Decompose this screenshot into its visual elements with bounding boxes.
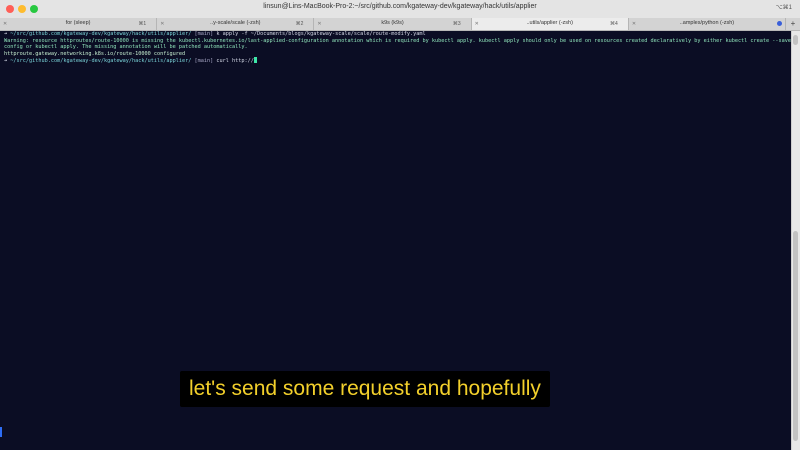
tab-title: ..y-scale/scale (-zsh) [210, 20, 261, 26]
tab-shortcut: ⌘2 [295, 21, 304, 27]
prompt-arrow-icon: ➜ [4, 58, 8, 64]
title-bar[interactable]: linsun@Lins-MacBook-Pro-2:~/src/github.c… [0, 0, 800, 19]
tab-sleep[interactable]: ✕ for (sleep) ⌘1 [0, 18, 158, 30]
git-branch: [main] [194, 58, 214, 64]
mark-indicator [0, 427, 2, 437]
prompt-line: ➜ ~/src/github.com/kgateway-dev/kgateway… [4, 57, 796, 65]
tab-k9s[interactable]: ✕ k9s (k9s) ⌘3 [314, 18, 472, 30]
scrollbar-marker[interactable] [793, 35, 798, 45]
tab-scale-zsh[interactable]: ✕ ..y-scale/scale (-zsh) ⌘2 [157, 18, 315, 30]
tab-title: ..amples/python (-zsh) [679, 20, 735, 26]
prompt-path: ~/src/github.com/kgateway-dev/kgateway/h… [10, 58, 192, 64]
scrollbar[interactable] [791, 31, 800, 450]
prompt-arrow-icon: ➜ [4, 31, 8, 37]
tab-shortcut: ⌘3 [452, 21, 461, 27]
command-text: k apply -f ~/Documents/blogs/kgateway-sc… [216, 31, 426, 37]
new-tab-button[interactable]: + [786, 18, 800, 30]
command-input[interactable]: curl http:// [216, 58, 253, 64]
tab-python-zsh[interactable]: ✕ ..amples/python (-zsh) [629, 18, 787, 30]
text-cursor [253, 57, 257, 63]
warning-text: Warning: resource httproutes/route-10000… [4, 37, 795, 51]
scrollbar-thumb[interactable] [793, 231, 798, 441]
tab-title: k9s (k9s) [381, 20, 404, 26]
window-shortcut: ⌥⌘1 [775, 5, 792, 11]
activity-dot-icon [777, 21, 783, 26]
tab-shortcut: ⌘4 [610, 21, 618, 27]
tab-title: ..utils/applier (-zsh) [526, 20, 573, 26]
tab-title: for (sleep) [65, 20, 91, 26]
tab-applier-zsh[interactable]: ✕ ..utils/applier (-zsh) ⌘4 [471, 18, 629, 30]
git-branch: [main] [194, 31, 214, 37]
terminal-window: linsun@Lins-MacBook-Pro-2:~/src/github.c… [0, 0, 800, 450]
tab-bar: ✕ for (sleep) ⌘1 ✕ ..y-scale/scale (-zsh… [0, 18, 800, 31]
window-title: linsun@Lins-MacBook-Pro-2:~/src/github.c… [263, 3, 537, 10]
tab-shortcut: ⌘1 [138, 21, 147, 27]
prompt-path: ~/src/github.com/kgateway-dev/kgateway/h… [10, 31, 192, 37]
video-caption: let's send some request and hopefully [180, 371, 550, 407]
